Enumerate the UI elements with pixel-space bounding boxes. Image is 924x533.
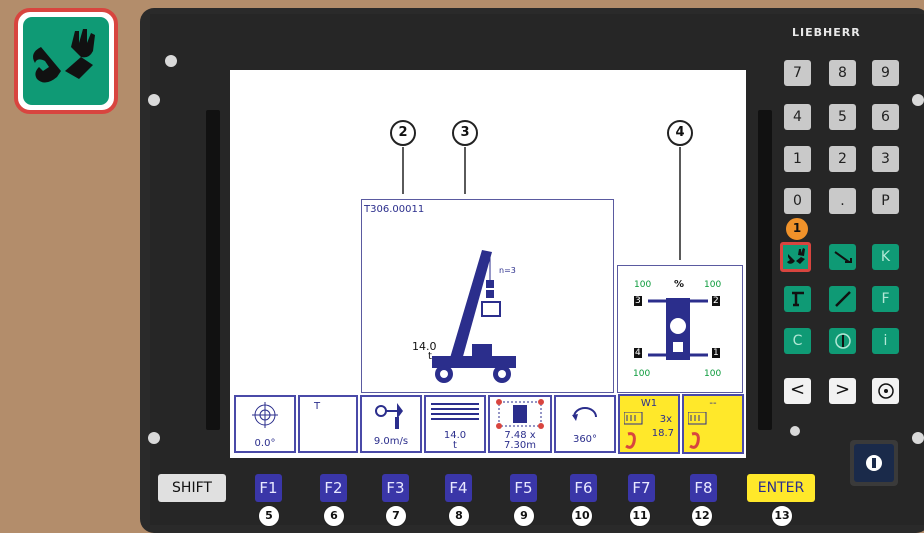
key-select[interactable] (872, 378, 899, 404)
key-0[interactable]: 0 (784, 188, 811, 214)
callout-7: 7 (385, 505, 407, 527)
f6-key[interactable]: F6 (570, 474, 597, 502)
key-right-arrow[interactable]: > (829, 378, 856, 404)
compass-key[interactable] (829, 328, 856, 354)
outrigger-support-icon (791, 291, 804, 307)
outrigger-key[interactable] (784, 286, 811, 312)
boom-key[interactable] (829, 244, 856, 270)
f8-key[interactable]: F8 (690, 474, 717, 502)
callout-13: 13 (771, 505, 793, 527)
callout-4: 4 (667, 120, 693, 146)
key-c[interactable]: C (784, 328, 811, 354)
f1-key[interactable]: F1 (255, 474, 282, 502)
key-dot[interactable]: . (829, 188, 856, 214)
brand-logo: LIEBHERR (792, 26, 861, 39)
f2-key[interactable]: F2 (320, 474, 347, 502)
crane-operation-key[interactable] (780, 242, 811, 272)
key-4[interactable]: 4 (784, 104, 811, 130)
callout-1: 1 (786, 218, 808, 240)
boom-raise-icon (834, 291, 851, 307)
enter-key[interactable]: ENTER (747, 474, 815, 502)
f4-key[interactable]: F4 (445, 474, 472, 502)
f5-key[interactable]: F5 (510, 474, 537, 502)
key-f[interactable]: F (872, 286, 899, 312)
callout-3: 3 (452, 120, 478, 146)
key-6[interactable]: 6 (872, 104, 899, 130)
key-3[interactable]: 3 (872, 146, 899, 172)
key-7[interactable]: 7 (784, 60, 811, 86)
power-key-housing (850, 440, 898, 486)
callout-12: 12 (691, 505, 713, 527)
callout-5: 5 (258, 505, 280, 527)
boom-lowering-icon (833, 251, 852, 263)
callout-10: 10 (571, 505, 593, 527)
callout-8: 8 (448, 505, 470, 527)
key-p[interactable]: P (872, 188, 899, 214)
callout-2: 2 (390, 120, 416, 146)
key-info[interactable]: i (872, 328, 899, 354)
power-key[interactable] (854, 444, 894, 482)
key-5[interactable]: 5 (829, 104, 856, 130)
key-8[interactable]: 8 (829, 60, 856, 86)
key-1[interactable]: 1 (784, 146, 811, 172)
compass-icon (834, 333, 851, 349)
wrench-hand-icon (786, 248, 805, 264)
f3-key[interactable]: F3 (382, 474, 409, 502)
boom-angle-key[interactable] (829, 286, 856, 312)
f7-key[interactable]: F7 (628, 474, 655, 502)
shift-key[interactable]: SHIFT (158, 474, 226, 502)
key-9[interactable]: 9 (872, 60, 899, 86)
callout-11: 11 (629, 505, 651, 527)
power-icon (866, 455, 882, 471)
key-left-arrow[interactable]: < (784, 378, 811, 404)
callout-9: 9 (513, 505, 535, 527)
key-k[interactable]: K (872, 244, 899, 270)
circle-dot-icon (877, 383, 894, 399)
callout-6: 6 (323, 505, 345, 527)
key-2[interactable]: 2 (829, 146, 856, 172)
